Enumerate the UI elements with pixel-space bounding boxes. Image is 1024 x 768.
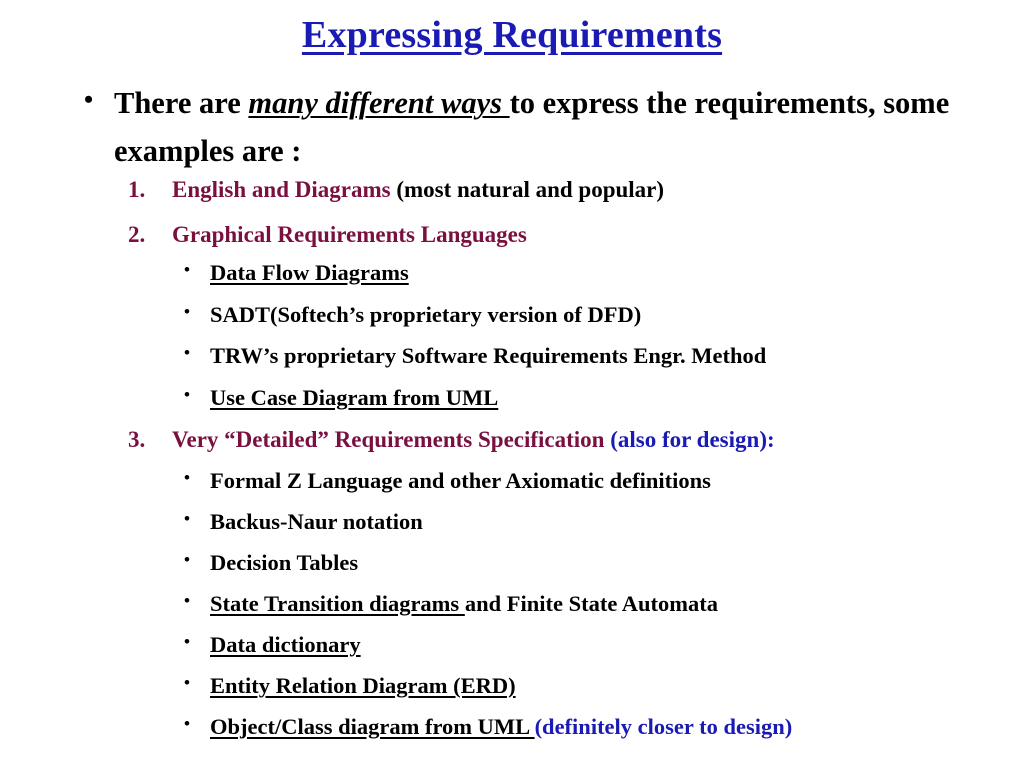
numbered-item-2: 2. Graphical Requirements Languages	[128, 223, 1018, 246]
numbered-item-3-label: Very “Detailed” Requirements Specificati…	[172, 427, 605, 452]
intro-bullet: • There are many different ways to expre…	[84, 80, 964, 176]
list-item-text: SADT(Softech’s proprietary version of DF…	[210, 301, 642, 327]
list-item-text: Data Flow Diagrams	[210, 260, 409, 285]
list-item-text: State Transition diagrams and Finite Sta…	[210, 591, 718, 616]
numbered-item-1-text: English and Diagrams (most natural and p…	[172, 178, 664, 201]
page-title-text: Expressing Requirements	[301, 14, 723, 56]
numbered-item-1-note: (most natural and popular)	[390, 177, 665, 202]
numbered-item-1-label: English and Diagrams	[172, 177, 391, 202]
bullet-dot-icon: •	[184, 673, 190, 692]
bullet-dot-icon: •	[184, 591, 190, 610]
numbered-item-3: 3. Very “Detailed” Requirements Specific…	[128, 428, 775, 451]
list-item-text: Use Case Diagram from UML	[210, 384, 499, 410]
list-item-accent: (definitely closer to design)	[534, 714, 793, 739]
list-item-text: Object/Class diagram from UML (definitel…	[210, 714, 793, 739]
list-item-underlined: Use Case Diagram from UML	[210, 384, 499, 410]
list-item-plain: Backus-Naur notation	[210, 509, 423, 534]
bullet-dot-icon: •	[184, 343, 190, 362]
list-item-plain: TRW’s proprietary Software Requirements …	[210, 343, 767, 368]
list-item-text: Data dictionary	[210, 632, 361, 657]
numbered-item-3-text: Very “Detailed” Requirements Specificati…	[172, 428, 775, 451]
list-item: • Formal Z Language and other Axiomatic …	[184, 468, 792, 493]
list-item: • Data Flow Diagrams	[184, 260, 766, 285]
list-item: • SADT(Softech’s proprietary version of …	[184, 301, 766, 327]
list-item-plain: Formal Z Language and other Axiomatic de…	[210, 468, 711, 493]
bullet-dot-icon: •	[184, 260, 190, 279]
numbered-item-1: 1. English and Diagrams (most natural an…	[128, 178, 1018, 201]
numbered-item-2-marker: 2.	[128, 222, 146, 247]
bullet-dot-icon: •	[184, 301, 190, 321]
list-item: • Data dictionary	[184, 632, 792, 657]
bullet-dot-icon: •	[84, 85, 94, 114]
list-item-underlined: Object/Class diagram from UML	[210, 714, 535, 739]
intro-bullet-text: There are many different ways to express…	[114, 80, 964, 176]
list-item-underlined: State Transition diagrams	[210, 591, 465, 616]
numbered-list: 1. English and Diagrams (most natural an…	[128, 178, 1018, 246]
list-item: • TRW’s proprietary Software Requirement…	[184, 343, 767, 368]
intro-emphasis: many different ways	[248, 86, 510, 120]
list-item: • Use Case Diagram from UML	[184, 384, 766, 410]
list-item-plain: SADT(Softech’s proprietary version of DF…	[210, 301, 642, 327]
list-item-plain: Decision Tables	[210, 550, 359, 575]
list-item-text: TRW’s proprietary Software Requirements …	[210, 343, 767, 368]
list-item-plain: and Finite State Automata	[464, 591, 718, 616]
bullet-dot-icon: •	[184, 632, 190, 651]
list-item: • Decision Tables	[184, 550, 792, 575]
list-item-underlined: Data Flow Diagrams	[210, 260, 409, 285]
list-item-text: Formal Z Language and other Axiomatic de…	[210, 468, 711, 493]
slide-canvas: Expressing Requirements • There are many…	[0, 0, 1024, 768]
list-item-text: Decision Tables	[210, 550, 359, 575]
list-item: • Object/Class diagram from UML (definit…	[184, 714, 793, 739]
list-item-underlined: Entity Relation Diagram (ERD)	[210, 673, 516, 698]
intro-part-1: There are	[114, 86, 249, 120]
numbered-item-3-note: (also for design):	[604, 427, 775, 452]
sub-bullet-group-b: • Formal Z Language and other Axiomatic …	[184, 468, 793, 739]
bullet-dot-icon: •	[184, 468, 190, 487]
sub-bullet-group-a: • Data Flow Diagrams • SADT(Softech’s pr…	[184, 260, 767, 410]
list-item-underlined: Data dictionary	[210, 632, 361, 657]
list-item: • Entity Relation Diagram (ERD)	[184, 673, 792, 698]
list-item-text: Backus-Naur notation	[210, 509, 423, 534]
bullet-dot-icon: •	[184, 714, 190, 733]
list-item-text: Entity Relation Diagram (ERD)	[210, 673, 516, 698]
numbered-item-2-label: Graphical Requirements Languages	[172, 222, 527, 247]
numbered-item-1-marker: 1.	[128, 177, 146, 202]
list-item: • State Transition diagrams and Finite S…	[184, 591, 792, 616]
bullet-dot-icon: •	[184, 550, 190, 569]
bullet-dot-icon: •	[184, 509, 190, 528]
page-title: Expressing Requirements	[0, 14, 1024, 57]
bullet-dot-icon: •	[184, 384, 190, 404]
numbered-item-3-marker: 3.	[128, 427, 146, 452]
numbered-item-2-text: Graphical Requirements Languages	[172, 223, 527, 246]
list-item: • Backus-Naur notation	[184, 509, 792, 534]
